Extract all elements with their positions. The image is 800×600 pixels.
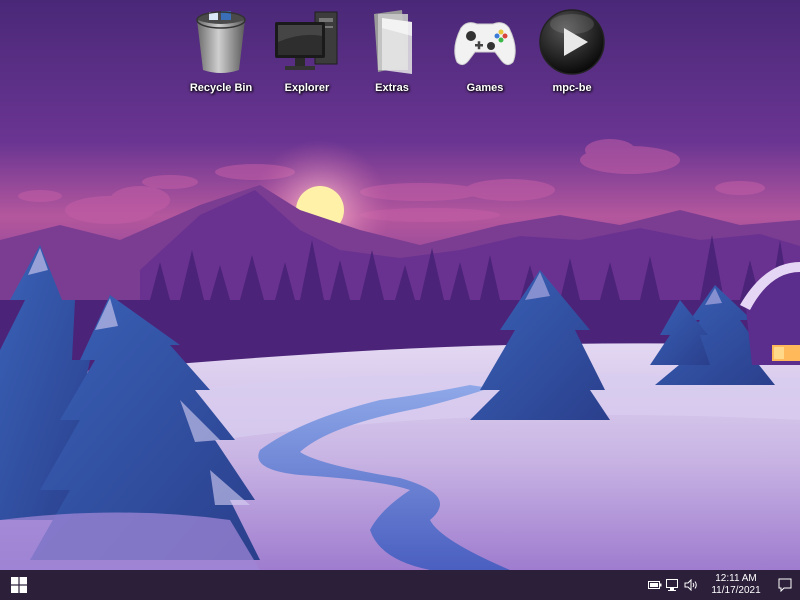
desktop-icon-recycle-bin[interactable]: Recycle Bin xyxy=(179,6,263,98)
start-button[interactable] xyxy=(0,570,38,600)
recycle-bin-icon xyxy=(185,6,257,78)
desktop-icon-label: Games xyxy=(466,82,504,94)
action-center-icon xyxy=(778,578,792,592)
desktop-icon-label: Recycle Bin xyxy=(189,82,253,94)
computer-icon xyxy=(271,6,343,78)
network-icon[interactable] xyxy=(664,570,682,600)
gamepad-icon xyxy=(449,6,521,78)
desktop-icon-explorer[interactable]: Explorer xyxy=(265,6,349,98)
desktop-icon-games[interactable]: Games xyxy=(443,6,527,98)
battery-icon[interactable] xyxy=(646,570,664,600)
desktop-icon-label: Extras xyxy=(375,82,409,94)
desktop-icon-label: Explorer xyxy=(284,82,330,94)
taskbar-clock[interactable]: 12:11 AM 11/17/2021 xyxy=(708,573,764,597)
desktop-icon-label: mpc-be xyxy=(552,82,592,94)
volume-icon[interactable] xyxy=(682,570,700,600)
desktop-icon-mpc-be[interactable]: mpc-be xyxy=(530,6,614,98)
desktop-icon-extras[interactable]: Extras xyxy=(350,6,434,98)
windows-logo-icon xyxy=(11,577,27,593)
system-tray: 12:11 AM 11/17/2021 xyxy=(646,570,800,600)
clock-date: 11/17/2021 xyxy=(711,585,761,596)
taskbar: 12:11 AM 11/17/2021 xyxy=(0,570,800,600)
clock-time: 12:11 AM xyxy=(715,573,757,584)
folder-icon xyxy=(356,6,428,78)
action-center-button[interactable] xyxy=(770,570,800,600)
play-icon xyxy=(536,6,608,78)
